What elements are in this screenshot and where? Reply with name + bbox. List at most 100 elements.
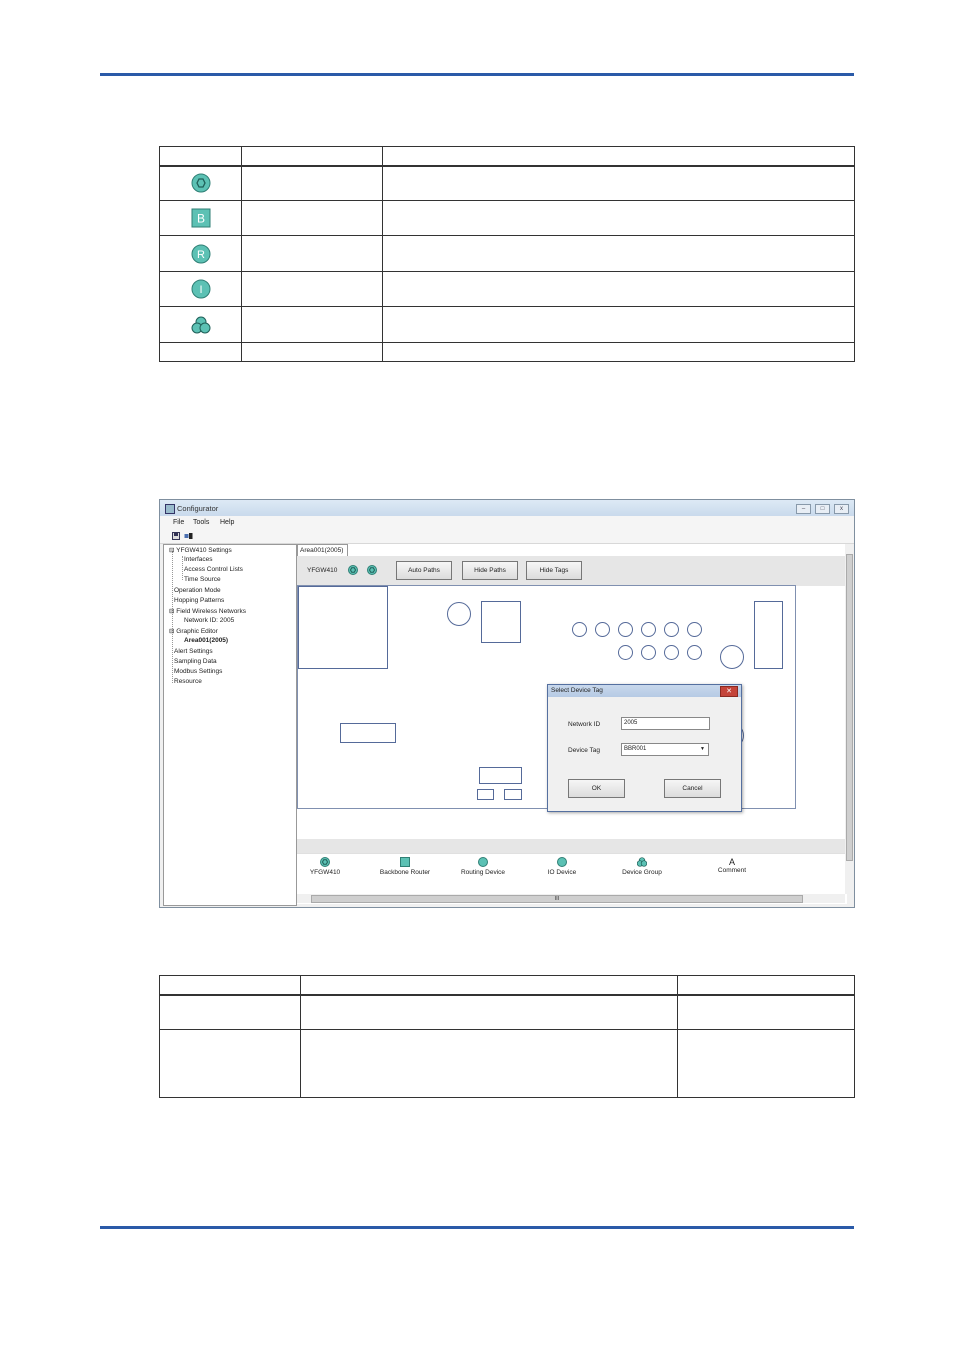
item-description [382,235,855,272]
minimize-button[interactable]: – [796,504,811,514]
header-cell [241,146,383,167]
device-tag-label: Device Tag [568,747,601,754]
palette-item-backbone-router[interactable]: Backbone Router [375,857,435,876]
save-icon[interactable] [172,532,180,540]
area-shape[interactable] [477,789,494,800]
header-cell [677,975,855,996]
tree-item[interactable]: Sampling Data [174,658,217,665]
table-cell [159,994,301,1030]
menu-help[interactable]: Help [220,519,234,526]
network-id-field[interactable]: 2005 [621,717,710,730]
tree-item[interactable]: Operation Mode [174,587,221,594]
tree-item[interactable]: Time Source [184,576,221,583]
palette-item-yfgw410[interactable]: YFGW410 [307,857,343,876]
scroll-thumb[interactable]: III [311,895,803,903]
auto-paths-button[interactable]: Auto Paths [396,561,452,580]
menu-bar: File Tools Help [160,516,854,529]
tree-item[interactable]: ⊟ YFGW410 Settings [169,546,232,554]
bottom-table [159,975,855,1098]
device-node[interactable] [664,645,679,660]
device-node[interactable] [641,645,656,660]
area-shape[interactable] [298,586,388,669]
area-shape[interactable] [504,789,522,800]
table-cell [300,994,678,1030]
table-row [159,1029,855,1098]
menu-tools[interactable]: Tools [193,519,209,526]
editor-area: Area001(2005) YFGW410 Auto Paths Hide Pa… [297,544,853,904]
device-node[interactable] [664,622,679,637]
item-description [382,342,855,362]
table-cell [677,994,855,1030]
header-cell [300,975,678,996]
gateway-label: YFGW410 [307,567,338,574]
area-shape[interactable] [340,723,396,743]
device-node[interactable] [720,645,744,669]
palette-label: IO Device [547,869,577,876]
area-shape[interactable] [481,601,521,643]
palette-label: Device Group [622,869,662,876]
tree-item[interactable]: Modbus Settings [174,668,222,675]
gateway-icon[interactable] [367,565,377,575]
tab-area001[interactable]: Area001(2005) [297,544,348,556]
tree-item[interactable]: Interfaces [184,556,213,563]
device-node[interactable] [447,602,471,626]
cancel-button[interactable]: Cancel [664,779,721,798]
bottom-table-header [159,975,855,996]
maximize-button[interactable]: □ [815,504,830,514]
toolbar [160,529,854,544]
device-node[interactable] [618,645,633,660]
area-shape[interactable] [479,767,522,784]
device-node[interactable] [595,622,610,637]
close-button[interactable]: x [834,504,849,514]
tree-item[interactable]: Hopping Patterns [174,597,224,604]
comment-icon: A [728,857,735,867]
item-name [241,165,383,201]
device-node[interactable] [618,622,633,637]
select-device-tag-dialog: Select Device Tag ✕ Network ID 2005 Devi… [547,684,742,812]
network-id-label: Network ID [568,721,601,728]
item-description [382,165,855,201]
device-tag-select[interactable]: BBR001 ▼ [621,743,709,756]
tree-item[interactable]: ⊟ Field Wireless Networks [169,607,246,615]
device-group-icon [636,857,648,867]
tree-item[interactable]: Alert Settings [174,648,213,655]
device-node[interactable] [687,645,702,660]
tree-line [172,551,173,683]
item-name [241,306,383,343]
ok-button[interactable]: OK [568,779,625,798]
hide-paths-button[interactable]: Hide Paths [462,561,518,580]
palette-item-comment[interactable]: A Comment [712,857,752,874]
device-node[interactable] [641,622,656,637]
header-cell [382,146,855,167]
tree-item[interactable]: Network ID: 2005 [184,617,234,624]
close-icon[interactable]: ✕ [720,686,738,697]
tree-item[interactable]: Resource [174,678,202,685]
footer-rule [100,1226,854,1229]
routing-device-icon: R [160,244,241,264]
device-node[interactable] [687,622,702,637]
hide-tags-button[interactable]: Hide Tags [526,561,582,580]
window-title: Configurator [177,504,219,513]
palette-item-device-group[interactable]: Device Group [617,857,667,876]
horizontal-scrollbar[interactable]: III [297,894,845,903]
palette-item-io-device[interactable]: IO Device [542,857,582,876]
header-cell [159,146,242,167]
gateway-icon [320,857,330,867]
connect-icon[interactable] [184,532,193,540]
area-shape[interactable] [754,601,783,669]
item-description [382,200,855,236]
palette-label: Routing Device [460,869,506,876]
configurator-window: Configurator – □ x File Tools Help ⊟ YFG… [159,499,855,908]
vertical-scrollbar[interactable] [845,544,853,894]
table-cell [300,1029,678,1098]
tree-item[interactable]: ⊟ Graphic Editor [169,627,218,635]
tree-item-selected[interactable]: Area001(2005) [184,637,228,644]
menu-file[interactable]: File [173,519,184,526]
palette-item-routing-device[interactable]: Routing Device [457,857,509,876]
palette-header [297,839,845,853]
device-node[interactable] [572,622,587,637]
gateway-icon[interactable] [348,565,358,575]
scroll-thumb[interactable] [846,554,853,861]
tree-item[interactable]: Access Control Lists [184,566,243,573]
item-description [382,306,855,343]
